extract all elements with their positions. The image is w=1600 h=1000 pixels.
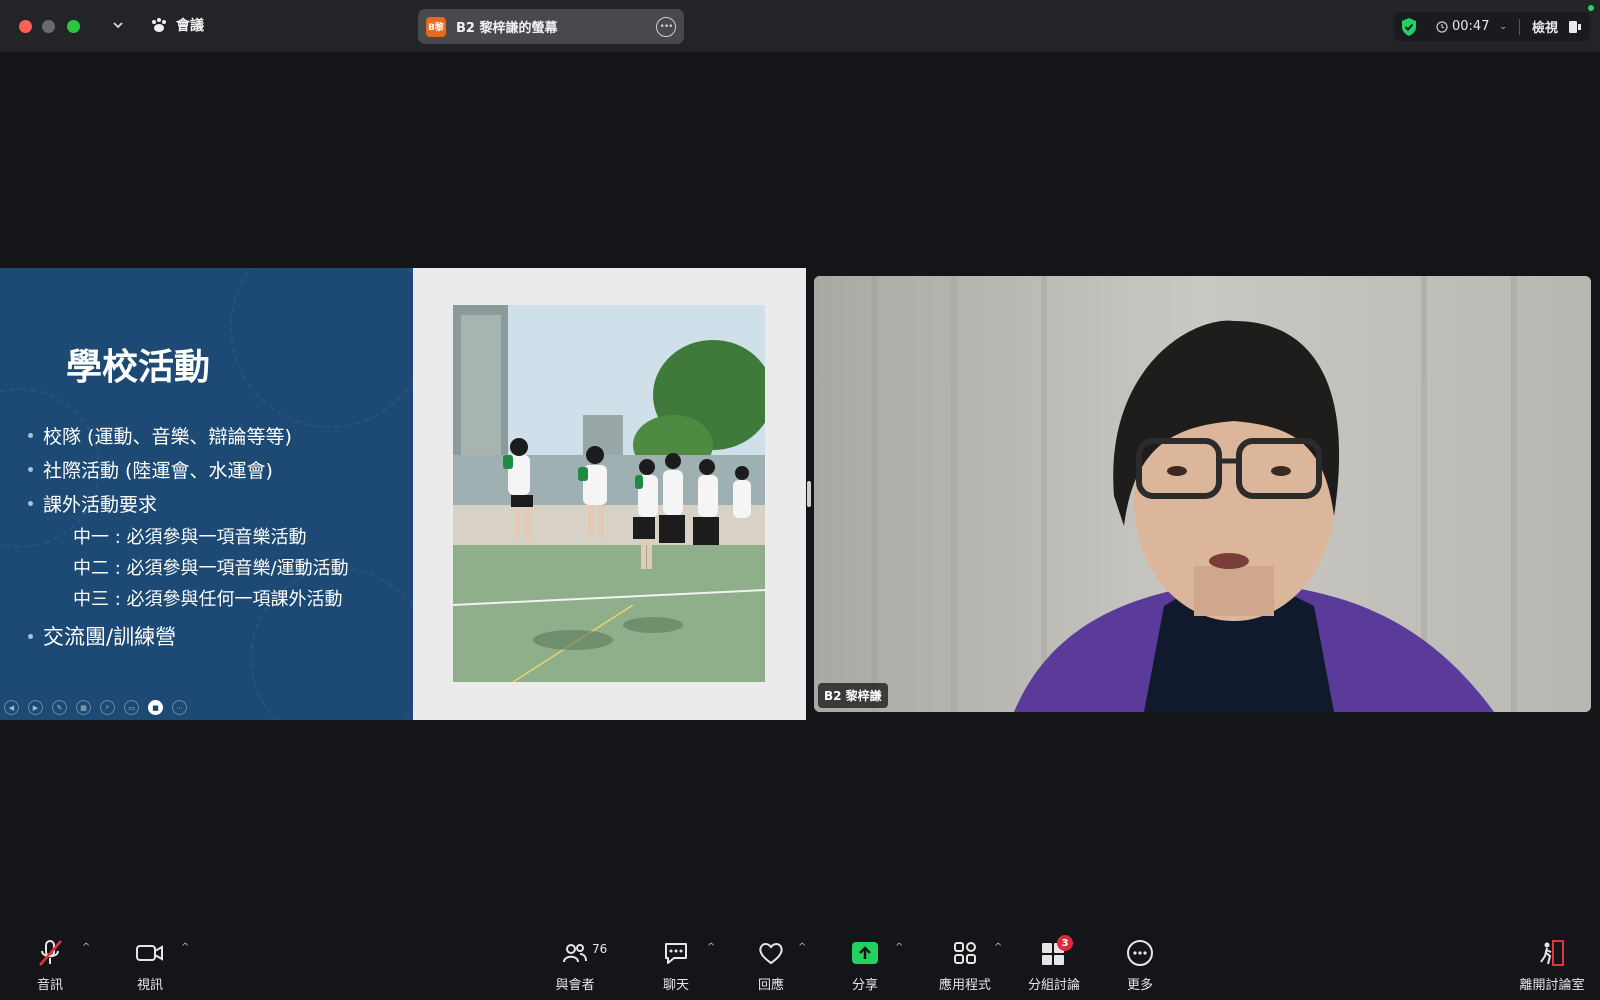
next-slide-icon[interactable]: ▶: [28, 700, 43, 715]
sub-bullet-item: 中三 : 必須參與任何一項課外活動: [73, 588, 343, 610]
shared-screen: 學校活動 校隊 (運動、音樂、辯論等等) 社際活動 (陸運會、水運會) 課外活動…: [0, 268, 806, 720]
participant-video-feed: [814, 276, 1591, 712]
more-label: 更多: [1126, 978, 1153, 993]
apps-icon: [950, 938, 980, 968]
video-button[interactable]: 視訊: [110, 938, 190, 993]
chevron-down-icon[interactable]: [110, 16, 126, 34]
bullet-item: 課外活動要求: [28, 486, 349, 520]
meeting-label: 會議: [176, 18, 204, 34]
window-minimize-button[interactable]: [42, 20, 55, 33]
participant-name-tag: B2 黎梓謙: [818, 683, 888, 708]
participants-icon: [560, 938, 590, 968]
slideshow-controls: ◀ ▶ ✎ ▦ ⌕ ▭ ■ ⋯: [4, 700, 187, 715]
view-layout-icon[interactable]: [1568, 20, 1582, 34]
sharer-avatar: B黎: [426, 16, 446, 37]
paw-icon: [152, 18, 166, 32]
meeting-toolbar: 音訊 ^ 視訊 ^ 與會者 76 聊天 ^ 回應 ^ 分享 ^ 應用程式 ^ 分…: [0, 930, 1600, 1000]
security-shield-icon[interactable]: [1400, 17, 1418, 37]
chat-bubble-icon: [661, 938, 691, 968]
participants-label: 與會者: [555, 978, 595, 993]
share-options-caret[interactable]: ^: [895, 942, 903, 953]
apps-label: 應用程式: [938, 978, 991, 993]
camera-icon[interactable]: ■: [148, 700, 163, 715]
status-dot: [1588, 5, 1594, 11]
slides-grid-icon[interactable]: ▦: [76, 700, 91, 715]
meeting-menu[interactable]: 會議: [150, 15, 204, 35]
apps-options-caret[interactable]: ^: [994, 942, 1002, 953]
title-bar: 會議 B黎 B2 黎梓謙的螢幕 ••• 00:47 ⌄ 檢視: [0, 0, 1600, 52]
resize-handle[interactable]: [807, 481, 811, 507]
chat-options-caret[interactable]: ^: [707, 942, 715, 953]
slide-bullets: 校隊 (運動、音樂、辯論等等) 社際活動 (陸運會、水運會) 課外活動要求 中一…: [28, 418, 349, 653]
bullet-item: 社際活動 (陸運會、水運會): [28, 452, 349, 486]
sub-bullet-item: 中二 : 必須參與一項音樂/運動活動: [73, 557, 349, 579]
previous-slide-icon[interactable]: ◀: [4, 700, 19, 715]
reactions-options-caret[interactable]: ^: [798, 942, 806, 953]
breakout-rooms-button[interactable]: 分組討論: [1014, 938, 1094, 993]
view-button[interactable]: 檢視: [1532, 17, 1558, 36]
bullet-item: 校隊 (運動、音樂、辯論等等): [28, 418, 349, 452]
screen-share-indicator[interactable]: B黎 B2 黎梓謙的螢幕 •••: [418, 9, 684, 44]
audio-button[interactable]: 音訊: [10, 938, 90, 993]
audio-label: 音訊: [36, 978, 63, 993]
share-button[interactable]: 分享: [825, 938, 905, 993]
video-camera-icon: [135, 938, 165, 968]
meeting-status-group: 00:47 ⌄ 檢視: [1394, 12, 1590, 41]
breakout-label: 分組討論: [1027, 978, 1080, 993]
more-icon[interactable]: ⋯: [172, 700, 187, 715]
share-screen-icon: [850, 938, 880, 968]
audio-options-caret[interactable]: ^: [82, 942, 90, 953]
participants-count: 76: [592, 942, 608, 956]
timer-value: 00:47: [1452, 19, 1490, 34]
window-zoom-button[interactable]: [67, 20, 80, 33]
video-label: 視訊: [136, 978, 163, 993]
students-jumping-photo: [453, 305, 765, 682]
share-title: B2 黎梓謙的螢幕: [456, 21, 558, 36]
more-icon: [1125, 938, 1155, 968]
breakout-badge: 3: [1057, 935, 1073, 951]
slide-text-panel: 學校活動 校隊 (運動、音樂、辯論等等) 社際活動 (陸運會、水運會) 課外活動…: [0, 268, 413, 720]
pen-icon[interactable]: ✎: [52, 700, 67, 715]
chevron-down-icon: ⌄: [1499, 21, 1508, 32]
more-button[interactable]: 更多: [1100, 938, 1180, 993]
participant-video[interactable]: B2 黎梓謙: [814, 276, 1591, 712]
slide-image-panel: [413, 268, 806, 720]
more-options-icon[interactable]: •••: [656, 16, 676, 37]
microphone-muted-icon: [35, 938, 65, 968]
subtitles-icon[interactable]: ▭: [124, 700, 139, 715]
decoration: [230, 268, 413, 428]
leave-room-button[interactable]: 離開討論室: [1512, 938, 1592, 993]
meeting-timer[interactable]: 00:47 ⌄: [1436, 19, 1507, 34]
chat-button[interactable]: 聊天: [636, 938, 716, 993]
sub-bullet-item: 中一 : 必須參與一項音樂活動: [73, 526, 307, 548]
clock-icon: [1436, 20, 1448, 33]
chat-label: 聊天: [662, 978, 689, 993]
heart-icon: [756, 938, 786, 968]
video-options-caret[interactable]: ^: [181, 942, 189, 953]
slide-title: 學校活動: [66, 347, 211, 388]
apps-button[interactable]: 應用程式: [925, 938, 1005, 993]
bullet-item: 交流團/訓練營: [28, 619, 349, 653]
leave-room-label: 離開討論室: [1519, 978, 1585, 993]
window-close-button[interactable]: [19, 20, 32, 33]
leave-room-icon: [1537, 938, 1567, 968]
reactions-label: 回應: [757, 978, 784, 993]
divider: [1519, 18, 1521, 35]
zoom-icon[interactable]: ⌕: [100, 700, 115, 715]
share-label: 分享: [851, 978, 878, 993]
